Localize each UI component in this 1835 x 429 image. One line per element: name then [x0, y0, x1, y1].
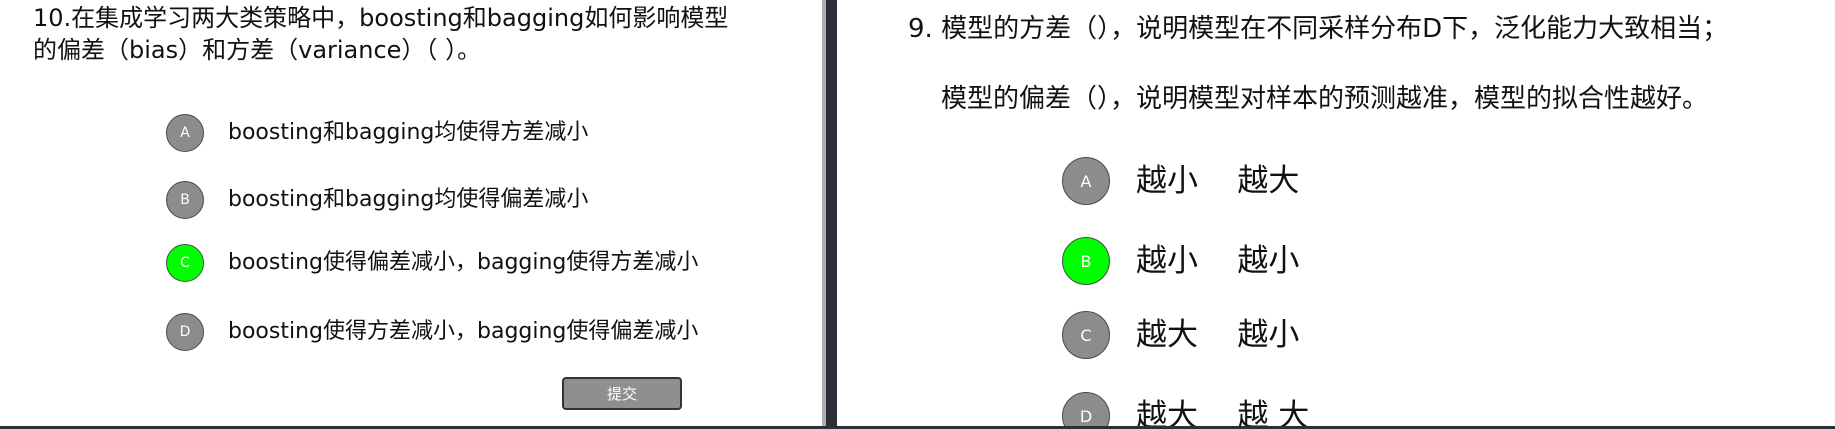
option-c-radio[interactable]: C: [166, 244, 204, 282]
submit-button[interactable]: 提交: [562, 377, 682, 410]
question-9-panel: 9. 模型的方差（），说明模型在不同采样分布D下，泛化能力大致相当； 模型的偏差…: [837, 0, 1835, 429]
option-d[interactable]: D boosting使得方差减小，bagging使得偏差减小: [166, 311, 698, 353]
question-10-text: 10.在集成学习两大类策略中，boosting和bagging如何影响模型 的偏…: [33, 2, 823, 66]
q9-option-b-radio[interactable]: B: [1062, 237, 1110, 285]
q9-option-b-label[interactable]: 越小 越小: [1136, 241, 1299, 281]
option-a-radio[interactable]: A: [166, 114, 204, 152]
q9-option-c-radio[interactable]: C: [1062, 311, 1110, 359]
question-10-panel: 10.在集成学习两大类策略中，boosting和bagging如何影响模型 的偏…: [0, 0, 824, 427]
option-b-radio[interactable]: B: [166, 181, 204, 219]
q9-option-d-label[interactable]: 越大 越 大: [1136, 396, 1309, 429]
option-d-label[interactable]: boosting使得方差减小，bagging使得偏差减小: [228, 318, 698, 346]
question-9-line2: 模型的偏差（），说明模型对样本的预测越准，模型的拟合性越好。: [941, 84, 1709, 114]
option-b-label[interactable]: boosting和bagging均使得偏差减小: [228, 186, 588, 214]
q9-option-b[interactable]: B 越小 越小: [1062, 235, 1299, 287]
q9-option-d-radio[interactable]: D: [1062, 392, 1110, 429]
q9-option-a[interactable]: A 越小 越大: [1062, 155, 1299, 207]
q9-option-a-radio[interactable]: A: [1062, 157, 1110, 205]
option-a[interactable]: A boosting和bagging均使得方差减小: [166, 112, 588, 154]
question-10-line1: 10.在集成学习两大类策略中，boosting和bagging如何影响模型: [33, 4, 729, 32]
option-c-label[interactable]: boosting使得偏差减小，bagging使得方差减小: [228, 249, 698, 277]
option-b[interactable]: B boosting和bagging均使得偏差减小: [166, 179, 588, 221]
q9-option-c-label[interactable]: 越大 越小: [1136, 315, 1299, 355]
q9-option-a-label[interactable]: 越小 越大: [1136, 161, 1299, 201]
option-a-label[interactable]: boosting和bagging均使得方差减小: [228, 119, 588, 147]
option-c[interactable]: C boosting使得偏差减小，bagging使得方差减小: [166, 242, 698, 284]
option-d-radio[interactable]: D: [166, 313, 204, 351]
question-9-line1: 9. 模型的方差（），说明模型在不同采样分布D下，泛化能力大致相当；: [908, 14, 1729, 44]
q9-option-d[interactable]: D 越大 越 大: [1062, 390, 1309, 429]
q9-option-c[interactable]: C 越大 越小: [1062, 309, 1299, 361]
quiz-screen: 10.在集成学习两大类策略中，boosting和bagging如何影响模型 的偏…: [0, 0, 1835, 429]
question-10-line2: 的偏差（bias）和方差（variance）（ ）。: [33, 36, 482, 64]
panel-divider: [826, 0, 837, 429]
